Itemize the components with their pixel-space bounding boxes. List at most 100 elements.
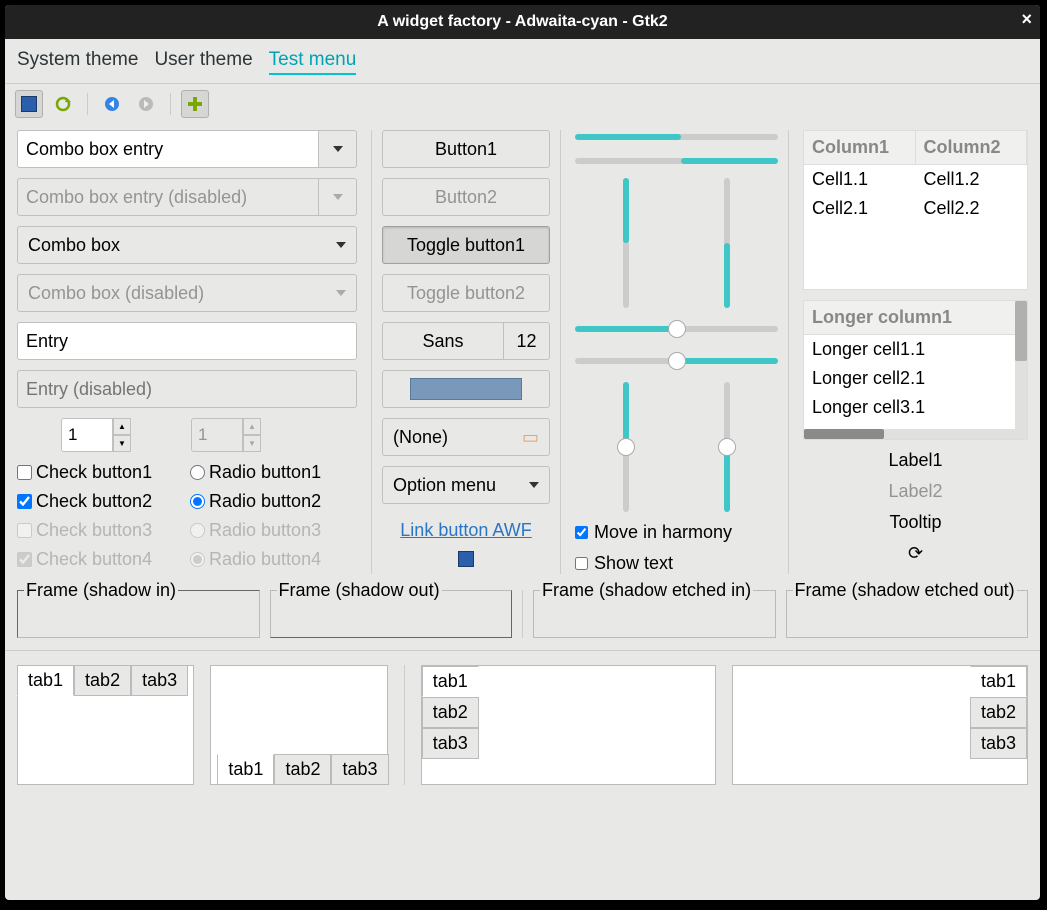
toolbar-btn-1[interactable] <box>15 90 43 118</box>
app-window: A widget factory - Adwaita-cyan - Gtk2 ×… <box>5 5 1040 900</box>
table-header: Longer column1 <box>804 301 1027 335</box>
tab-3[interactable]: tab3 <box>131 665 188 696</box>
file-chooser-button[interactable]: (None) ▭ <box>382 418 550 456</box>
slider-thumb[interactable] <box>668 352 686 370</box>
slider-thumb[interactable] <box>668 320 686 338</box>
radio-button-4-disabled: Radio button4 <box>190 549 357 570</box>
combo-box[interactable]: Combo box <box>17 226 357 264</box>
chevron-down-icon <box>336 290 346 296</box>
column-tables: Column1 Column2 Cell1.1Cell1.2 Cell2.1Ce… <box>803 130 1028 574</box>
combo-box-entry-disabled <box>17 178 357 216</box>
radio-button-2[interactable]: Radio button2 <box>190 491 357 512</box>
gtk-icon <box>21 96 37 112</box>
notebook-top: tab1 tab2 tab3 <box>17 665 194 785</box>
horizontal-scrollbar[interactable] <box>804 429 1015 439</box>
button-2-disabled: Button2 <box>382 178 550 216</box>
combo-entry-dropdown[interactable] <box>319 130 357 168</box>
radio-button-1[interactable]: Radio button1 <box>190 462 357 483</box>
combo-box-label: Combo box <box>28 235 120 256</box>
font-size: 12 <box>504 322 550 360</box>
horizontal-scale-2[interactable] <box>575 358 778 364</box>
notebook-content <box>479 666 599 784</box>
check-button-1[interactable]: Check button1 <box>17 462 184 483</box>
tab-2[interactable]: tab2 <box>970 697 1027 728</box>
scrollbar-thumb[interactable] <box>1015 301 1027 361</box>
check-button-3-disabled: Check button3 <box>17 520 184 541</box>
tab-2[interactable]: tab2 <box>274 754 331 785</box>
toolbar-separator <box>87 93 88 115</box>
spin-input-2 <box>191 418 243 452</box>
frame-etched-out: Frame (shadow etched out) <box>786 590 1029 638</box>
link-button[interactable]: Link button AWF <box>382 520 550 541</box>
tab-3[interactable]: tab3 <box>331 754 388 785</box>
close-icon[interactable]: × <box>1021 9 1032 30</box>
option-menu[interactable]: Option menu <box>382 466 550 504</box>
check-move-harmony[interactable]: Move in harmony <box>575 522 778 543</box>
combo-entry-dropdown-disabled <box>319 178 357 216</box>
table-row[interactable]: Cell1.1Cell1.2 <box>804 165 1027 194</box>
table-1[interactable]: Column1 Column2 Cell1.1Cell1.2 Cell2.1Ce… <box>803 130 1028 290</box>
tab-1[interactable]: tab1 <box>17 665 74 696</box>
frame-etched-in: Frame (shadow etched in) <box>533 590 776 638</box>
horizontal-scale-1[interactable] <box>575 326 778 332</box>
slider-thumb[interactable] <box>617 438 635 456</box>
notebook-right: tab1 tab2 tab3 <box>732 665 1028 785</box>
spin-down-icon[interactable]: ▼ <box>113 435 131 452</box>
vertical-scale-2[interactable] <box>724 382 730 512</box>
column-sliders: Move in harmony Show text <box>575 130 789 574</box>
refresh-icon[interactable] <box>49 90 77 118</box>
spin-button-1[interactable]: ▲▼ <box>61 418 131 452</box>
frame-shadow-out: Frame (shadow out) <box>270 590 513 638</box>
color-button[interactable] <box>382 370 550 408</box>
frames-row: Frame (shadow in) Frame (shadow out) Fra… <box>5 584 1040 644</box>
column-header-2[interactable]: Column2 <box>916 131 1028 164</box>
tab-2[interactable]: tab2 <box>422 697 479 728</box>
entry-input[interactable] <box>17 322 357 360</box>
label-2-disabled: Label2 <box>803 481 1028 502</box>
spin-input-1[interactable] <box>61 418 113 452</box>
tab-1[interactable]: tab1 <box>422 666 479 697</box>
progress-bar-2 <box>575 158 778 164</box>
table-header: Column1 Column2 <box>804 131 1027 165</box>
menu-test[interactable]: Test menu <box>269 47 357 75</box>
tooltip-label: Tooltip <box>803 512 1028 533</box>
menu-system-theme[interactable]: System theme <box>17 47 138 75</box>
notebook-bottom: tab1 tab2 tab3 <box>210 665 387 785</box>
menu-user-theme[interactable]: User theme <box>154 47 252 75</box>
spin-up-icon[interactable]: ▲ <box>113 418 131 435</box>
toggle-button-2-disabled: Toggle button2 <box>382 274 550 312</box>
vertical-scale-1[interactable] <box>623 382 629 512</box>
tab-3[interactable]: tab3 <box>970 728 1027 759</box>
vertical-scrollbar[interactable] <box>1015 301 1027 439</box>
add-icon[interactable] <box>181 90 209 118</box>
spin-button-2-disabled: ▲▼ <box>191 418 261 452</box>
table-2[interactable]: Longer column1 Longer cell1.1 Longer cel… <box>803 300 1028 440</box>
titlebar[interactable]: A widget factory - Adwaita-cyan - Gtk2 × <box>5 5 1040 39</box>
progress-bar-1 <box>575 134 778 140</box>
tab-1[interactable]: tab1 <box>217 754 274 785</box>
column-buttons: Button1 Button2 Toggle button1 Toggle bu… <box>371 130 561 574</box>
check-button-2[interactable]: Check button2 <box>17 491 184 512</box>
combo-box-entry[interactable] <box>17 130 357 168</box>
radio-button-3-disabled: Radio button3 <box>190 520 357 541</box>
column-header-1[interactable]: Column1 <box>804 131 916 164</box>
back-icon[interactable] <box>98 90 126 118</box>
tab-1[interactable]: tab1 <box>970 666 1027 697</box>
tab-2[interactable]: tab2 <box>74 665 131 696</box>
column-header-longer[interactable]: Longer column1 <box>804 301 1027 334</box>
slider-thumb[interactable] <box>718 438 736 456</box>
toggle-button-1[interactable]: Toggle button1 <box>382 226 550 264</box>
table-row[interactable]: Cell2.1Cell2.2 <box>804 194 1027 223</box>
tab-3[interactable]: tab3 <box>422 728 479 759</box>
vertical-progress-2 <box>724 178 730 308</box>
table-row[interactable]: Longer cell3.1 <box>804 393 1027 422</box>
scrollbar-thumb[interactable] <box>804 429 884 439</box>
table-row[interactable]: Longer cell2.1 <box>804 364 1027 393</box>
table-row[interactable]: Longer cell1.1 <box>804 335 1027 364</box>
font-name[interactable]: Sans <box>382 322 504 360</box>
combo-entry-input[interactable] <box>17 130 319 168</box>
forward-icon-disabled <box>132 90 160 118</box>
button-1[interactable]: Button1 <box>382 130 550 168</box>
check-show-text[interactable]: Show text <box>575 553 778 574</box>
font-button[interactable]: Sans 12 <box>382 322 550 360</box>
